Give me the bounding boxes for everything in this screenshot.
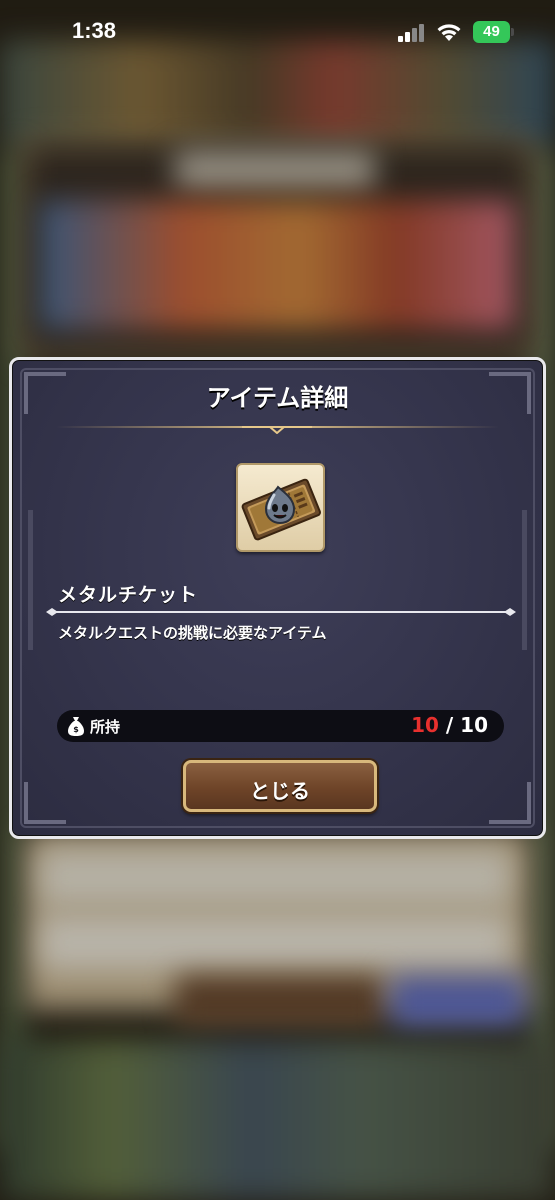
owned-count: 10 / 10: [411, 713, 488, 737]
corner-ornament: [489, 782, 531, 824]
title-divider: [56, 426, 499, 434]
owned-count-bar: $ 所持 10 / 10: [57, 710, 504, 742]
signal-icon: [398, 24, 424, 42]
battery-indicator: 49: [473, 21, 515, 43]
status-bar: 1:38 49: [0, 0, 555, 66]
item-name-divider: [46, 608, 516, 616]
status-time: 1:38: [72, 18, 117, 43]
owned-label: 所持: [90, 718, 121, 736]
owned-max: 10: [460, 713, 488, 737]
item-name: メタルチケット: [58, 584, 199, 606]
dialog-title: アイテム詳細: [206, 384, 349, 412]
corner-ornament: [24, 782, 66, 824]
item-detail-dialog: アイテム詳細 メタルチケット メタルクエストの挑戦に必要なアイテム $ 所持 1…: [9, 357, 546, 839]
metal-ticket-icon[interactable]: [236, 463, 325, 552]
close-button-label: とじる: [250, 779, 310, 803]
svg-text:$: $: [73, 725, 79, 734]
owned-separator: /: [445, 713, 454, 737]
owned-current: 10: [411, 713, 439, 737]
battery-level: 49: [483, 23, 500, 40]
close-button[interactable]: とじる: [183, 760, 377, 812]
item-description: メタルクエストの挑戦に必要なアイテム: [58, 624, 327, 642]
bag-icon: $: [68, 717, 84, 736]
wifi-icon: [437, 24, 461, 41]
